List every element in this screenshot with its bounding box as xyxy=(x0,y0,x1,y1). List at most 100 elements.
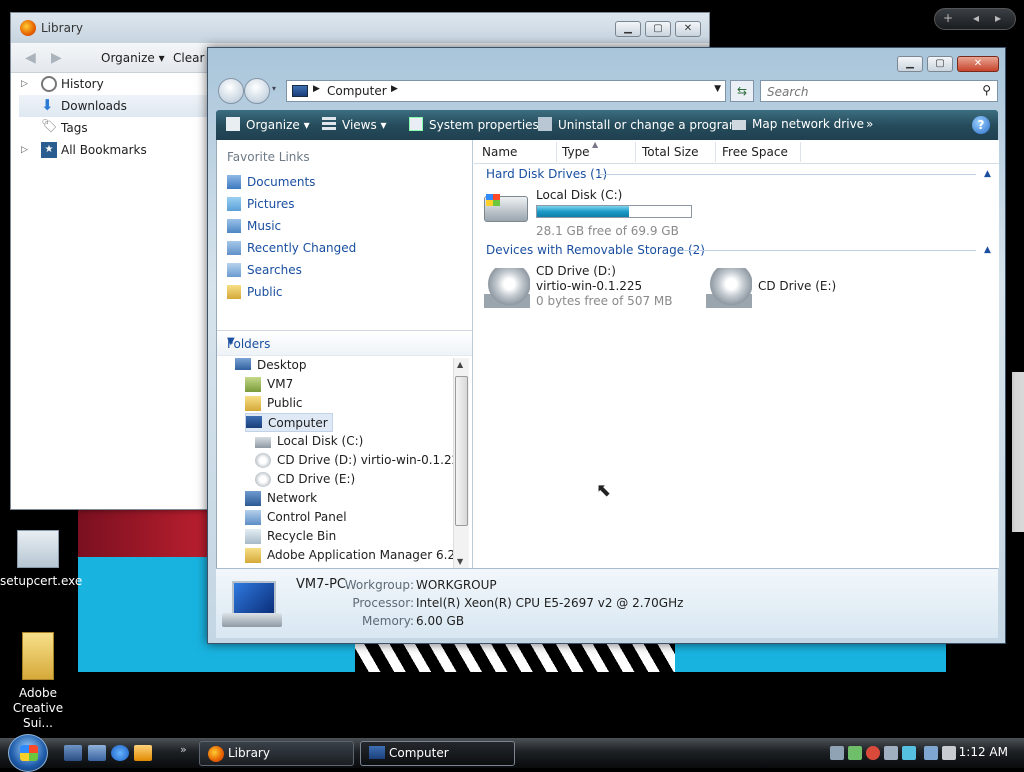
search-input[interactable] xyxy=(765,84,965,100)
address-bar[interactable]: ▶ Computer ▶ ▼ xyxy=(286,80,726,102)
column-total-size[interactable]: Total Size xyxy=(642,145,698,159)
tray-app-icon[interactable] xyxy=(902,746,916,760)
search-box[interactable]: ⚲ xyxy=(760,80,998,102)
expand-arrow-icon[interactable]: ▷ xyxy=(21,139,28,161)
breadcrumb-computer[interactable]: Computer xyxy=(327,84,387,98)
tray-app-icon[interactable] xyxy=(830,746,844,760)
forward-button[interactable] xyxy=(244,78,270,104)
desktop-icon-setupcert[interactable]: setupcert.exe xyxy=(0,530,82,588)
forward-icon[interactable]: ▶ xyxy=(51,50,62,66)
volume-muted-icon[interactable] xyxy=(942,746,956,760)
tray-app-icon[interactable] xyxy=(848,746,862,760)
tree-item-cd-drive-d[interactable]: CD Drive (D:) virtio-win-0.1.225 xyxy=(255,451,467,470)
show-desktop-icon[interactable] xyxy=(64,745,82,761)
favorite-documents[interactable]: Documents xyxy=(227,172,315,192)
drive-cd-e[interactable]: CD Drive (E:) xyxy=(706,264,906,312)
tree-item-local-disk-c[interactable]: Local Disk (C:) xyxy=(255,432,363,451)
close-button[interactable]: ✕ xyxy=(675,21,701,37)
system-properties-button[interactable]: System properties xyxy=(409,117,539,132)
group-hard-disk-drives[interactable]: Hard Disk Drives (1) xyxy=(486,167,607,181)
taskbar-button-computer[interactable]: Computer xyxy=(360,741,515,766)
drive-cd-d[interactable]: CD Drive (D:) virtio-win-0.1.225 0 bytes… xyxy=(482,264,702,312)
computer-window[interactable]: ▁ ▢ ✕ ▾ ▶ Computer ▶ ▼ ⇆ ⚲ Organize ▾ Vi… xyxy=(207,47,1006,644)
documents-icon xyxy=(227,175,241,189)
minimize-button[interactable]: ▁ xyxy=(897,56,923,72)
overlay-controls[interactable]: + ◂ ▸ xyxy=(934,8,1016,30)
column-free-space[interactable]: Free Space xyxy=(722,145,788,159)
library-titlebar[interactable]: Library ▁ ▢ ✕ xyxy=(11,13,709,43)
organize-button[interactable]: Organize ▾ xyxy=(226,117,310,132)
organize-menu[interactable]: Organize ▾ xyxy=(101,51,165,65)
folders-scrollbar[interactable]: ▲ ▼ xyxy=(453,358,469,568)
scrollbar-thumb[interactable] xyxy=(455,376,468,526)
file-list[interactable]: Name Type ▲ Total Size Free Space Hard D… xyxy=(474,140,999,568)
uninstall-program-button[interactable]: Uninstall or change a program xyxy=(538,117,741,132)
maximize-button[interactable]: ▢ xyxy=(645,21,671,37)
tree-item-adobe-app-manager[interactable]: Adobe Application Manager 6.2 xyxy=(245,546,455,565)
scroll-up-icon[interactable]: ▲ xyxy=(457,360,463,369)
tree-item-cd-drive-e[interactable]: CD Drive (E:) xyxy=(255,470,355,489)
favorite-pictures[interactable]: Pictures xyxy=(227,194,295,214)
control-panel-icon xyxy=(245,510,261,525)
close-button[interactable]: ✕ xyxy=(957,56,999,72)
breadcrumb-arrow-icon[interactable]: ▶ xyxy=(313,84,320,94)
clock[interactable]: 1:12 AM xyxy=(959,745,1008,759)
chevron-down-icon[interactable]: ▼ xyxy=(227,336,462,347)
drive-free-space: 0 bytes free of 507 MB xyxy=(536,294,673,308)
tray-alert-icon[interactable] xyxy=(866,746,880,760)
start-button[interactable] xyxy=(8,734,48,772)
favorite-recently-changed[interactable]: Recently Changed xyxy=(227,238,356,258)
tree-item-vm7[interactable]: VM7 xyxy=(245,375,293,394)
collapse-icon[interactable]: ▲ xyxy=(984,169,991,179)
minimize-button[interactable]: ▁ xyxy=(615,21,641,37)
computer-name: VM7-PC xyxy=(296,577,346,592)
group-removable-storage[interactable]: Devices with Removable Storage (2) xyxy=(486,243,705,257)
windows-logo-icon xyxy=(20,745,38,761)
column-type[interactable]: Type xyxy=(562,145,590,159)
refresh-button[interactable]: ⇆ xyxy=(730,80,754,102)
internet-explorer-icon[interactable] xyxy=(111,745,129,761)
back-icon[interactable]: ◀ xyxy=(25,50,36,66)
tree-item-network[interactable]: Network xyxy=(245,489,317,508)
recent-pages-icon[interactable]: ▾ xyxy=(272,84,276,93)
taskbar-button-library[interactable]: Library xyxy=(199,741,354,766)
prev-icon[interactable]: ◂ xyxy=(973,11,979,25)
plus-icon[interactable]: + xyxy=(943,11,953,25)
search-icon[interactable]: ⚲ xyxy=(982,83,991,97)
library-item-tags[interactable]: 🏷 Tags xyxy=(19,117,219,139)
help-icon[interactable]: ? xyxy=(972,116,990,134)
library-item-downloads[interactable]: ⬇ Downloads xyxy=(19,95,219,117)
favorite-searches[interactable]: Searches xyxy=(227,260,302,280)
tree-item-computer[interactable]: Computer xyxy=(245,413,333,432)
more-commands-icon[interactable]: » xyxy=(866,117,873,131)
tree-item-recycle-bin[interactable]: Recycle Bin xyxy=(245,527,336,546)
collapse-icon[interactable]: ▲ xyxy=(984,245,991,255)
tree-item-desktop[interactable]: Desktop xyxy=(235,356,307,375)
more-quicklaunch-icon[interactable]: » xyxy=(180,743,187,756)
folders-header[interactable]: Folders ▼ xyxy=(217,330,472,356)
desktop-icon-adobe[interactable]: Adobe Creative Sui... xyxy=(0,632,76,731)
column-name[interactable]: Name xyxy=(482,145,517,159)
media-player-icon[interactable] xyxy=(134,745,152,761)
map-network-drive-button[interactable]: Map network drive xyxy=(732,117,864,131)
column-divider xyxy=(556,142,557,162)
views-button[interactable]: Views ▾ xyxy=(322,117,387,132)
tray-app-icon[interactable] xyxy=(884,746,898,760)
next-icon[interactable]: ▸ xyxy=(995,11,1001,25)
breadcrumb-arrow-icon[interactable]: ▶ xyxy=(391,84,398,94)
favorite-music[interactable]: Music xyxy=(227,216,281,236)
switch-windows-icon[interactable] xyxy=(88,745,106,761)
tree-item-control-panel[interactable]: Control Panel xyxy=(245,508,347,527)
address-dropdown-icon[interactable]: ▼ xyxy=(714,84,721,94)
favorite-public[interactable]: Public xyxy=(227,282,283,302)
back-button[interactable] xyxy=(218,78,244,104)
scroll-down-icon[interactable]: ▼ xyxy=(457,557,463,566)
tree-item-public[interactable]: Public xyxy=(245,394,303,413)
drive-local-disk-c[interactable]: Local Disk (C:) 28.1 GB free of 69.9 GB xyxy=(482,188,712,238)
expand-arrow-icon[interactable]: ▷ xyxy=(21,73,28,95)
network-status-icon[interactable] xyxy=(924,746,938,760)
library-item-all-bookmarks[interactable]: ▷ ★ All Bookmarks xyxy=(19,139,219,161)
command-bar: Organize ▾ Views ▾ System properties Uni… xyxy=(216,110,998,140)
library-item-history[interactable]: ▷ History xyxy=(19,73,219,95)
maximize-button[interactable]: ▢ xyxy=(927,56,953,72)
